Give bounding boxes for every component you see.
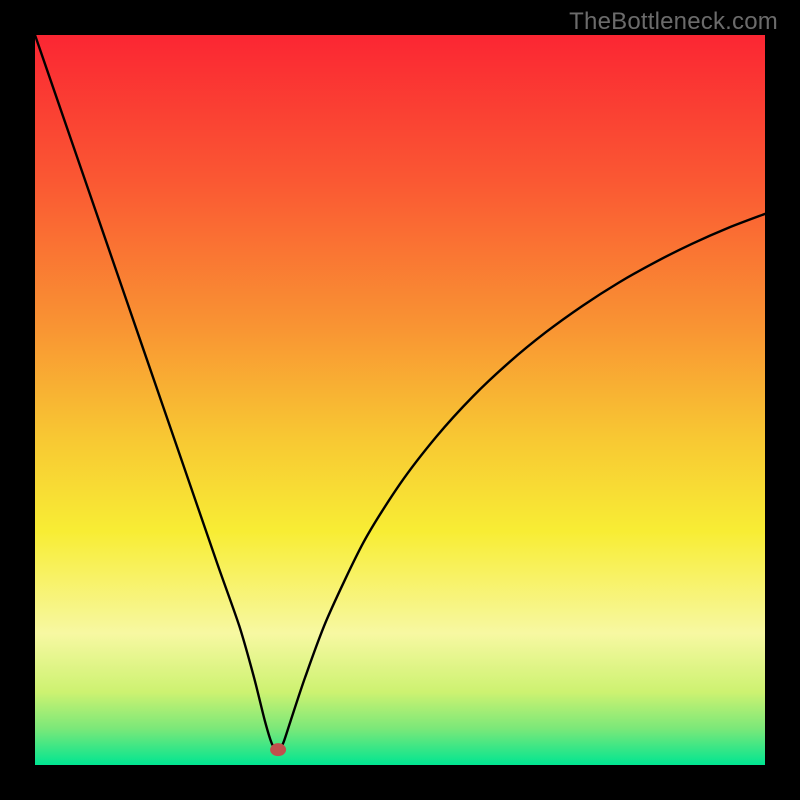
chart-frame: TheBottleneck.com [0,0,800,800]
plot-area [35,35,765,765]
bottleneck-curve [35,35,765,765]
marker-dot [270,743,286,756]
watermark-text: TheBottleneck.com [569,8,778,36]
